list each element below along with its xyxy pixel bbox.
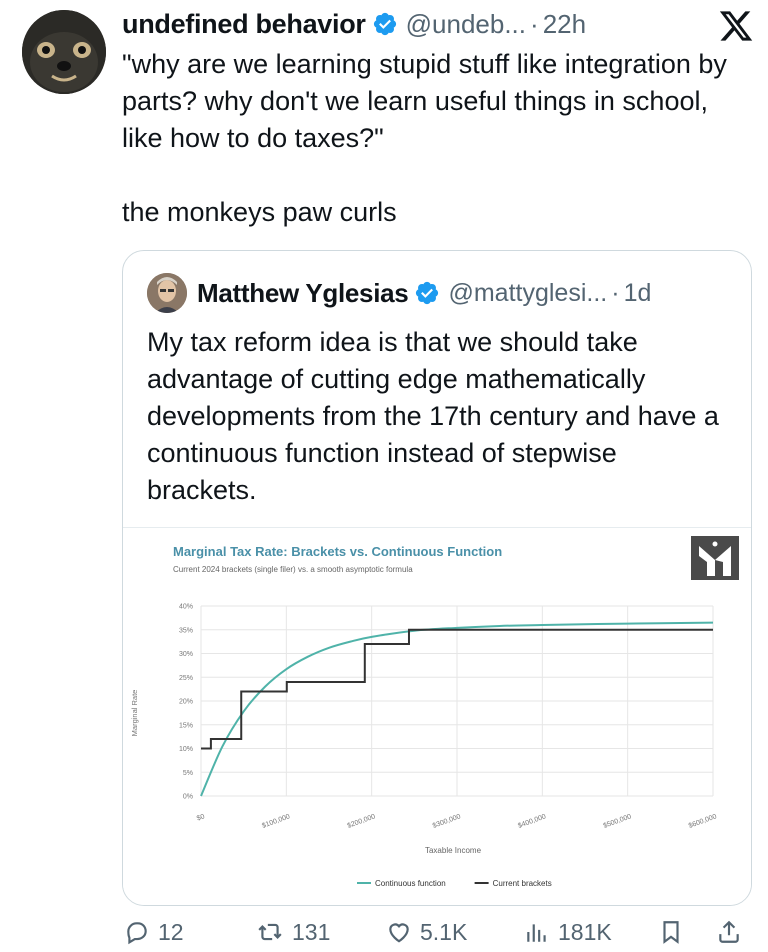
separator: ·: [530, 8, 539, 39]
y-tick-label: 25%: [179, 675, 193, 682]
x-logo-icon: [719, 11, 753, 41]
tweet-actions: 12 131 5.1K 181K: [0, 912, 768, 952]
x-tick-label: $300,000: [432, 813, 462, 830]
x-tick-label: $100,000: [261, 813, 291, 830]
quoted-tweet-card[interactable]: Matthew Yglesias @mattyglesi... · 1d My …: [122, 250, 752, 906]
x-tick-label: $0: [196, 813, 206, 822]
x-axis-label: Taxable Income: [425, 846, 482, 855]
y-tick-label: 40%: [179, 604, 193, 611]
quoted-timestamp[interactable]: 1d: [624, 279, 652, 308]
x-tick-labels: $0 $100,000 $200,000 $300,000 $400,000 $500,0…: [196, 813, 718, 830]
repost-icon: [258, 923, 282, 941]
like-button[interactable]: 5.1K: [386, 912, 467, 952]
timestamp[interactable]: 22h: [543, 9, 586, 40]
quoted-tweet-header: Matthew Yglesias @mattyglesi... · 1d: [147, 273, 651, 313]
x-tick-label: $500,000: [603, 813, 633, 830]
author-name[interactable]: undefined behavior: [122, 9, 366, 40]
y-tick-label: 10%: [179, 746, 193, 753]
quoted-verified-badge-icon: [416, 281, 439, 305]
x-tick-label: $600,000: [688, 813, 718, 830]
y-tick-label: 5%: [183, 770, 193, 777]
chart-grid: [200, 605, 714, 797]
views-icon: [527, 924, 546, 942]
y-tick-label: 30%: [179, 651, 193, 658]
share-icon: [719, 920, 739, 943]
quoted-tweet-text: My tax reform idea is that we should tak…: [147, 327, 719, 505]
author-avatar[interactable]: [22, 10, 106, 94]
tweet-header: undefined behavior @undeb... · 22h: [122, 2, 762, 46]
bookmark-button[interactable]: [658, 912, 692, 952]
y-tick-label: 20%: [179, 699, 193, 706]
chart-image[interactable]: Marginal Tax Rate: Brackets vs. Continuo…: [123, 527, 751, 905]
y-tick-labels: 0% 5% 10% 15% 20% 25% 30% 35% 40%: [179, 604, 193, 801]
repost-button[interactable]: 131: [256, 912, 330, 952]
y-axis-label: Marginal Rate: [130, 690, 139, 737]
like-count: 5.1K: [420, 918, 468, 945]
verified-badge-icon: [373, 12, 396, 36]
bookmark-icon: [663, 921, 679, 944]
heart-icon: [389, 923, 409, 943]
quoted-author-name[interactable]: Matthew Yglesias: [197, 278, 409, 309]
repost-count: 131: [292, 918, 331, 945]
quoted-avatar-image: [147, 273, 187, 313]
chart-legend: Continuous function Current brackets: [357, 879, 552, 888]
x-tick-label: $400,000: [517, 813, 547, 830]
author-handle[interactable]: @undeb...: [406, 9, 526, 40]
share-button[interactable]: [716, 912, 750, 952]
y-tick-label: 15%: [179, 722, 193, 729]
reply-icon: [127, 922, 147, 945]
y-tick-label: 35%: [179, 627, 193, 634]
reply-count: 12: [158, 918, 184, 945]
avatar-image: [22, 10, 106, 94]
reply-button[interactable]: 12: [124, 912, 184, 952]
y-tick-label: 0%: [183, 794, 193, 801]
views-button[interactable]: 181K: [524, 912, 612, 952]
quoted-author-handle[interactable]: @mattyglesi...: [448, 279, 607, 308]
marginal-tax-chart: Marginal Tax Rate: Brackets vs. Continuo…: [130, 536, 739, 888]
legend-label: Continuous function: [375, 879, 446, 888]
tweet-text: "why are we learning stupid stuff like i…: [122, 49, 727, 227]
x-tick-label: $200,000: [347, 813, 377, 830]
quoted-separator: ·: [611, 278, 620, 307]
chart-title: Marginal Tax Rate: Brackets vs. Continuo…: [173, 544, 502, 559]
chart-subtitle: Current 2024 brackets (single filer) vs.…: [173, 565, 413, 574]
views-count: 181K: [558, 918, 612, 945]
legend-label: Current brackets: [493, 879, 552, 888]
brand-logo-icon: [691, 536, 739, 580]
quoted-author-avatar[interactable]: [147, 273, 187, 313]
